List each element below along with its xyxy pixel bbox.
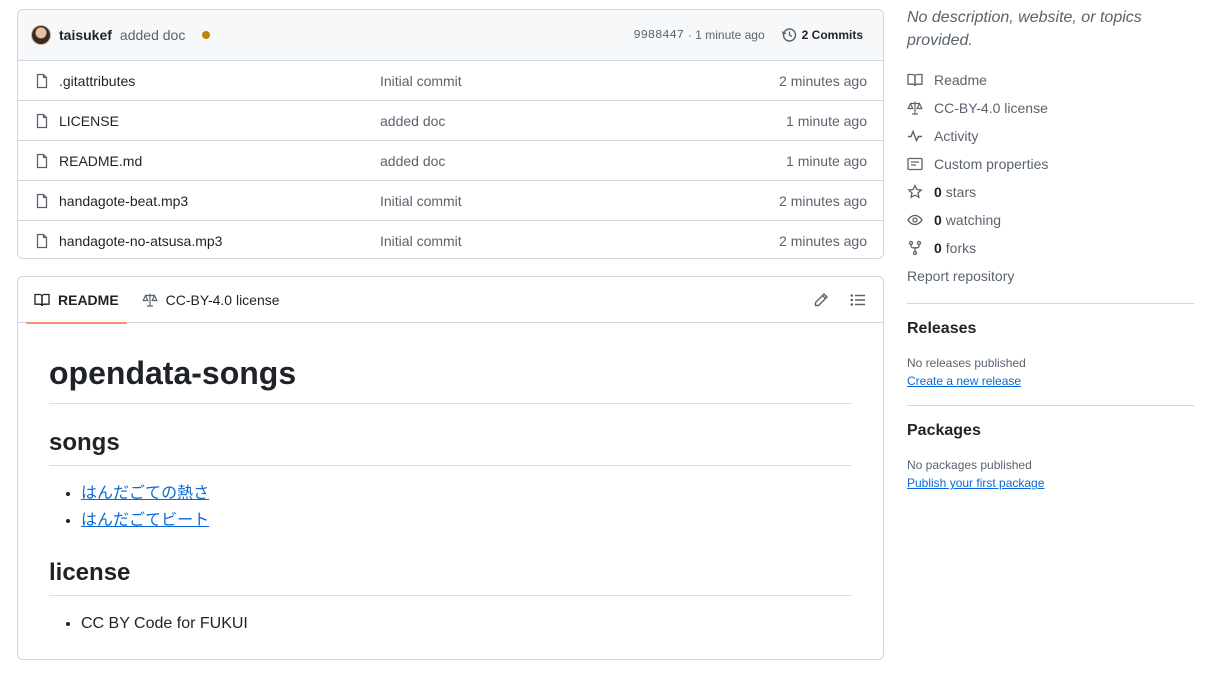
commit-sha[interactable]: 9988447 [634, 28, 684, 42]
song-link[interactable]: はんだごての熱さ [81, 485, 209, 502]
create-release-link[interactable]: Create a new release [907, 373, 1021, 390]
commit-message[interactable]: added doc [120, 27, 185, 43]
divider [907, 303, 1194, 304]
file-time: 2 minutes ago [779, 192, 867, 209]
file-icon [36, 73, 48, 88]
packages-empty-text: No packages published [907, 458, 1032, 472]
note-icon [907, 157, 923, 171]
packages-heading[interactable]: Packages [907, 422, 1194, 440]
sidebar-activity-link[interactable]: Activity [907, 122, 1194, 150]
file-icon [36, 153, 48, 168]
law-icon [907, 101, 923, 115]
divider [907, 405, 1194, 406]
stars-count: 0 [934, 184, 942, 200]
commit-time: · 1 minute ago [687, 28, 765, 42]
file-row[interactable]: README.md added doc 1 minute ago [18, 141, 883, 181]
file-commit-message[interactable]: Initial commit [380, 193, 462, 209]
file-row[interactable]: handagote-beat.mp3 Initial commit 2 minu… [18, 181, 883, 221]
releases-heading[interactable]: Releases [907, 320, 1194, 338]
file-time: 1 minute ago [786, 152, 867, 169]
law-icon [141, 293, 158, 307]
file-name[interactable]: handagote-no-atsusa.mp3 [59, 233, 380, 249]
history-icon [781, 28, 796, 42]
sidebar-readme-link[interactable]: Readme [907, 66, 1194, 94]
readme-title: opendata-songs [49, 353, 852, 404]
releases-empty-text: No releases published [907, 356, 1026, 370]
sidebar-watching-link[interactable]: 0 watching [907, 206, 1194, 234]
sidebar-license-link[interactable]: CC-BY-4.0 license [907, 94, 1194, 122]
file-commit-message[interactable]: Initial commit [380, 233, 462, 249]
file-commit-message[interactable]: added doc [380, 153, 445, 169]
pencil-icon[interactable] [813, 292, 829, 308]
readme-tab-bar: README CC-BY-4.0 license [18, 277, 883, 324]
sidebar-license-label: CC-BY-4.0 license [934, 100, 1048, 116]
songs-heading: songs [49, 428, 852, 466]
commit-author[interactable]: taisukef [59, 27, 112, 43]
commit-status-dot-icon[interactable] [202, 31, 211, 39]
file-name[interactable]: .gitattributes [59, 73, 380, 89]
file-time: 2 minutes ago [779, 72, 867, 89]
pulse-icon [908, 129, 922, 143]
avatar[interactable] [31, 25, 51, 45]
file-row[interactable]: LICENSE added doc 1 minute ago [18, 101, 883, 141]
about-description: No description, website, or topics provi… [907, 9, 1142, 49]
sidebar-activity-label: Activity [934, 128, 979, 144]
readme-content: opendata-songs songs はんだごての熱さ はんだごてビート l… [18, 323, 883, 637]
repo-forked-icon [908, 240, 922, 256]
book-icon [907, 73, 923, 87]
license-heading: license [49, 558, 852, 596]
list-unordered-icon[interactable] [850, 292, 866, 308]
tab-readme[interactable]: README [26, 277, 127, 324]
commits-history-link[interactable]: 2 Commits [781, 27, 863, 43]
forks-label: forks [945, 240, 977, 256]
stars-label: stars [945, 184, 977, 200]
watching-count: 0 [934, 212, 942, 228]
star-icon [907, 184, 923, 199]
file-icon [36, 193, 48, 208]
file-commit-message[interactable]: added doc [380, 113, 445, 129]
file-commit-message[interactable]: Initial commit [380, 73, 462, 89]
sidebar-custom-properties-label: Custom properties [934, 156, 1049, 172]
publish-package-link[interactable]: Publish your first package [907, 475, 1044, 492]
repository-page: taisukef added doc 9988447 · 1 minute ag… [0, 0, 1220, 676]
file-name[interactable]: README.md [59, 153, 380, 169]
forks-count: 0 [934, 240, 942, 256]
license-list: CC BY Code for FUKUI [49, 610, 852, 637]
songs-list: はんだごての熱さ はんだごてビート [49, 480, 852, 534]
tab-readme-label: README [58, 291, 119, 308]
file-icon [36, 233, 48, 249]
book-icon [34, 293, 50, 306]
file-time: 1 minute ago [786, 112, 867, 129]
sidebar-custom-properties-link[interactable]: Custom properties [907, 150, 1194, 178]
latest-commit-bar: taisukef added doc 9988447 · 1 minute ag… [18, 10, 883, 61]
file-row[interactable]: handagote-no-atsusa.mp3 Initial commit 2… [18, 221, 883, 258]
readme-tools [813, 292, 883, 308]
commits-count: 2 Commits [801, 28, 863, 42]
tab-license[interactable]: CC-BY-4.0 license [134, 277, 288, 323]
file-row[interactable]: .gitattributes Initial commit 2 minutes … [18, 61, 883, 101]
about-sidebar: No description, website, or topics provi… [907, 6, 1194, 492]
file-name[interactable]: LICENSE [59, 113, 380, 129]
watching-label: watching [945, 212, 1002, 228]
song-link[interactable]: はんだごてビート [81, 512, 209, 529]
file-time: 2 minutes ago [779, 233, 867, 249]
sidebar-stars-link[interactable]: 0 stars [907, 178, 1194, 206]
commit-meta: 9988447 · 1 minute ago 2 Commits [634, 27, 864, 43]
sidebar-readme-label: Readme [934, 72, 987, 88]
file-icon [36, 113, 48, 128]
file-name[interactable]: handagote-beat.mp3 [59, 193, 380, 209]
readme-panel: README CC-BY-4.0 license opendata-songs … [17, 276, 884, 660]
list-item: CC BY Code for FUKUI [81, 610, 852, 637]
list-item: はんだごての熱さ [81, 480, 852, 507]
list-item: はんだごてビート [81, 507, 852, 534]
file-browser: taisukef added doc 9988447 · 1 minute ag… [17, 9, 884, 259]
eye-icon [907, 214, 923, 226]
report-repository-link[interactable]: Report repository [907, 262, 1194, 290]
tab-license-label: CC-BY-4.0 license [165, 291, 280, 308]
sidebar-forks-link[interactable]: 0 forks [907, 234, 1194, 262]
